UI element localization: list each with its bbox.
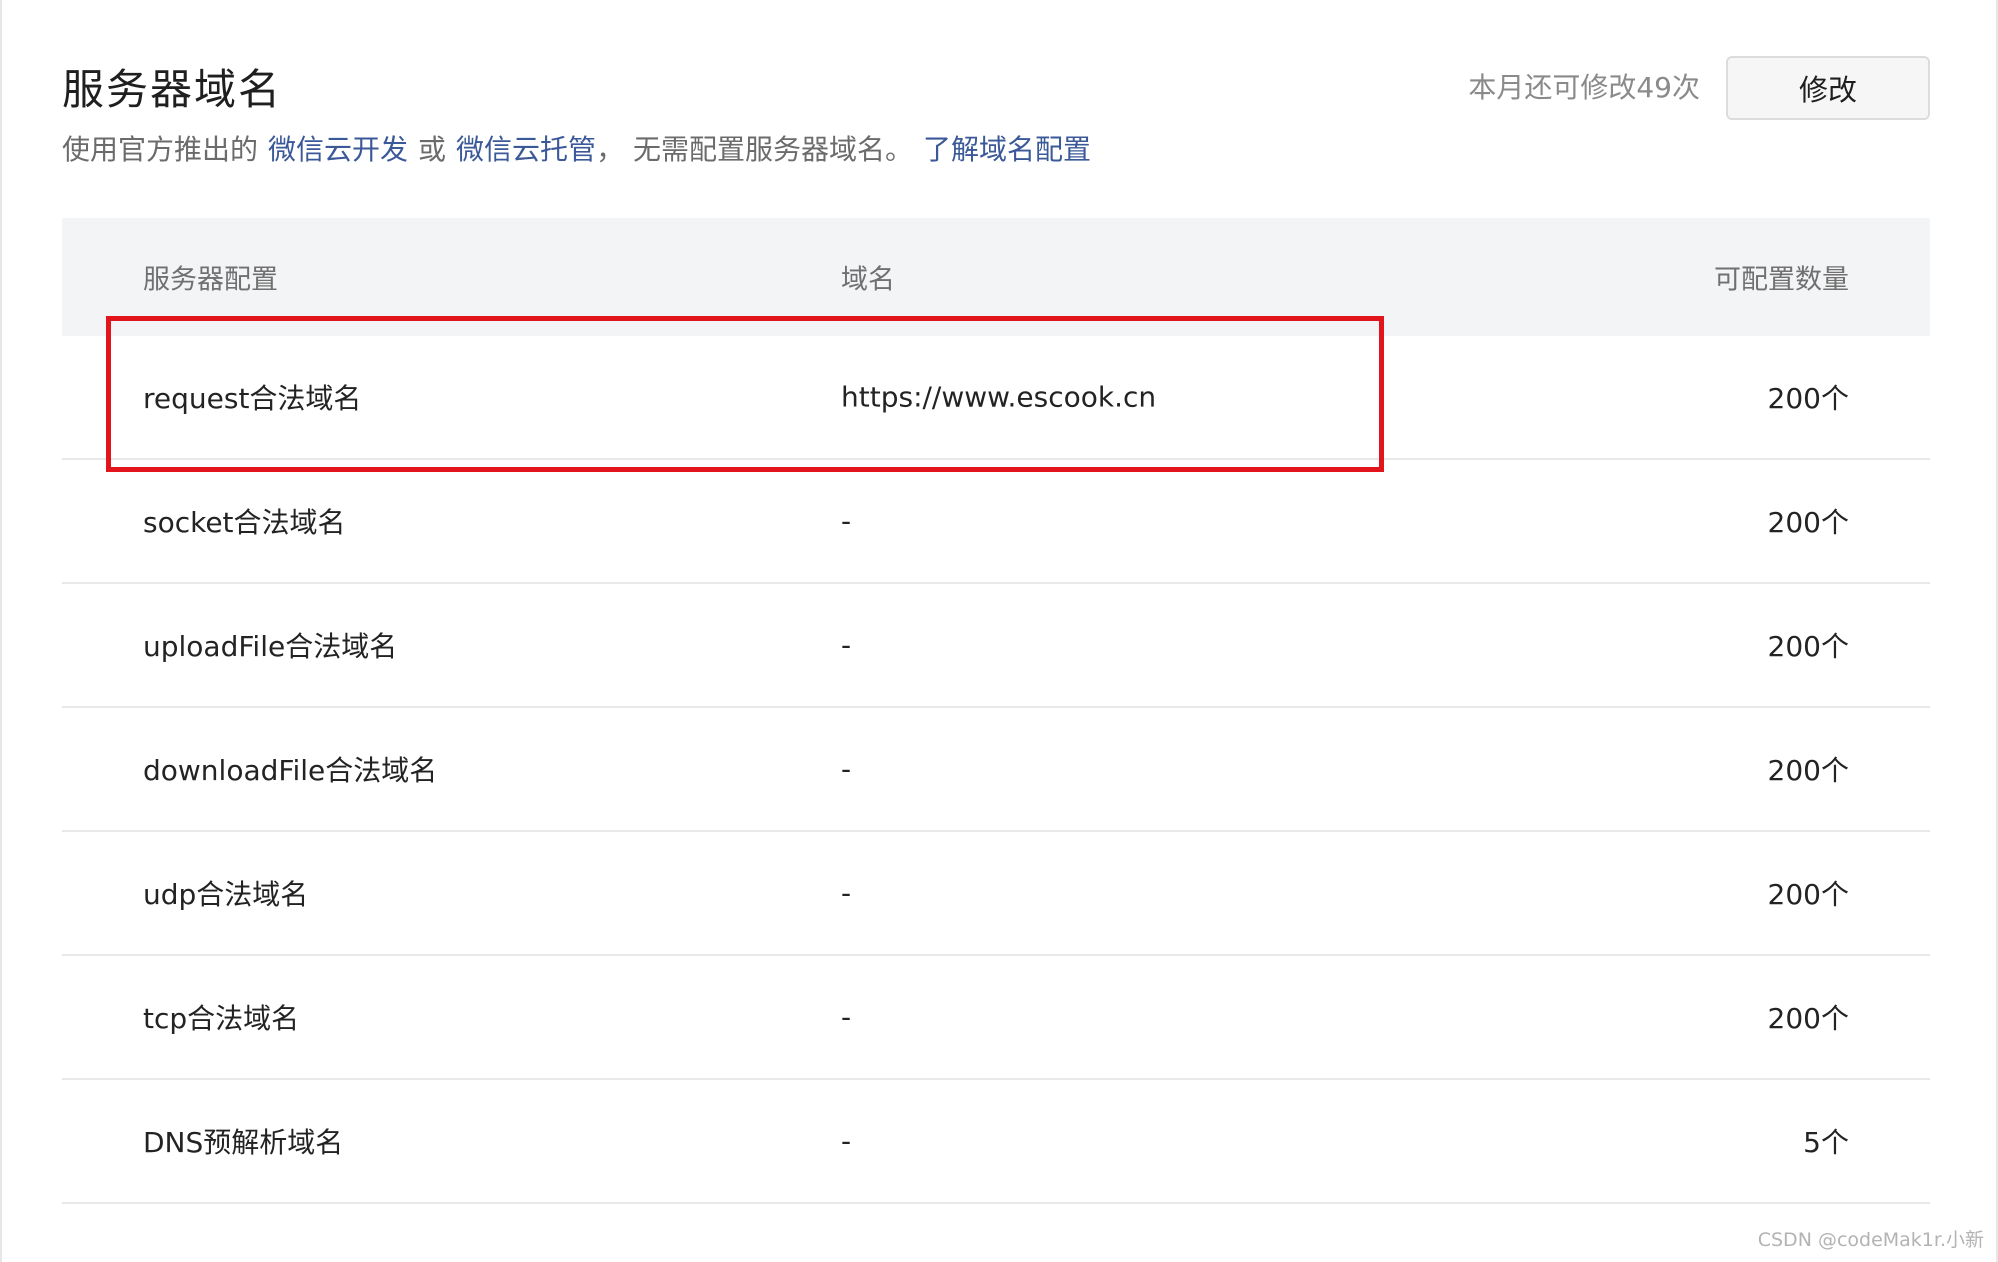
row-allowed-count: 200个 bbox=[1767, 630, 1849, 663]
row-allowed-count: 200个 bbox=[1767, 1002, 1849, 1035]
column-header-allowed-count: 可配置数量 bbox=[1714, 264, 1849, 296]
table-row: udp合法域名 - 200个 bbox=[62, 832, 1930, 956]
row-config-name: DNS预解析域名 bbox=[143, 1126, 344, 1159]
table-row: socket合法域名 - 200个 bbox=[62, 460, 1930, 584]
row-domain-value: - bbox=[841, 876, 852, 910]
server-domain-page: 服务器域名 使用官方推出的 微信云开发或微信云托管， 无需配置服务器域名。 了解域名… bbox=[0, 0, 1998, 1262]
table-row: DNS预解析域名 - 5个 bbox=[62, 1080, 1930, 1204]
page-title: 服务器域名 bbox=[62, 65, 283, 114]
row-config-name: tcp合法域名 bbox=[143, 1002, 300, 1035]
row-config-name: socket合法域名 bbox=[143, 506, 346, 539]
table-row: request合法域名 https://www.escook.cn 200个 bbox=[62, 336, 1930, 460]
row-config-name: uploadFile合法域名 bbox=[143, 630, 398, 663]
server-domain-table: 服务器配置 域名 可配置数量 request合法域名 https://www.e… bbox=[62, 218, 1930, 1204]
table-row: uploadFile合法域名 - 200个 bbox=[62, 584, 1930, 708]
row-domain-value: - bbox=[841, 752, 852, 786]
row-config-name: udp合法域名 bbox=[143, 878, 309, 911]
row-allowed-count: 200个 bbox=[1767, 382, 1849, 415]
remaining-modifications-text: 本月还可修改49次 bbox=[1468, 71, 1700, 104]
row-domain-value: - bbox=[841, 504, 852, 538]
edit-button[interactable]: 修改 bbox=[1726, 56, 1930, 120]
row-domain-value: - bbox=[841, 1124, 852, 1158]
table-row: tcp合法域名 - 200个 bbox=[62, 956, 1930, 1080]
row-domain-value: https://www.escook.cn bbox=[841, 380, 1157, 414]
wechat-cloud-dev-link[interactable]: 微信云开发 bbox=[268, 133, 408, 166]
row-domain-value: - bbox=[841, 1000, 852, 1034]
wechat-cloud-hosting-link[interactable]: 微信云托管 bbox=[456, 133, 596, 166]
row-allowed-count: 5个 bbox=[1803, 1126, 1849, 1159]
table-row: downloadFile合法域名 - 200个 bbox=[62, 708, 1930, 832]
learn-domain-config-link[interactable]: 了解域名配置 bbox=[923, 133, 1091, 166]
column-header-server-config: 服务器配置 bbox=[143, 264, 278, 296]
description-conjunction: 或 bbox=[418, 133, 447, 166]
row-config-name: downloadFile合法域名 bbox=[143, 754, 438, 787]
csdn-watermark: CSDN @codeMak1r.小新 bbox=[1757, 1229, 1984, 1251]
row-allowed-count: 200个 bbox=[1767, 878, 1849, 911]
table-header: 服务器配置 域名 可配置数量 bbox=[62, 218, 1930, 336]
row-allowed-count: 200个 bbox=[1767, 506, 1849, 539]
row-domain-value: - bbox=[841, 628, 852, 662]
row-allowed-count: 200个 bbox=[1767, 754, 1849, 787]
description-prefix: 使用官方推出的 bbox=[62, 133, 259, 166]
description-text: 使用官方推出的 微信云开发或微信云托管， 无需配置服务器域名。 了解域名配置 bbox=[62, 128, 1091, 168]
column-header-domain: 域名 bbox=[841, 264, 895, 296]
description-suffix: ， 无需配置服务器域名。 bbox=[596, 133, 913, 166]
row-config-name: request合法域名 bbox=[143, 382, 362, 415]
